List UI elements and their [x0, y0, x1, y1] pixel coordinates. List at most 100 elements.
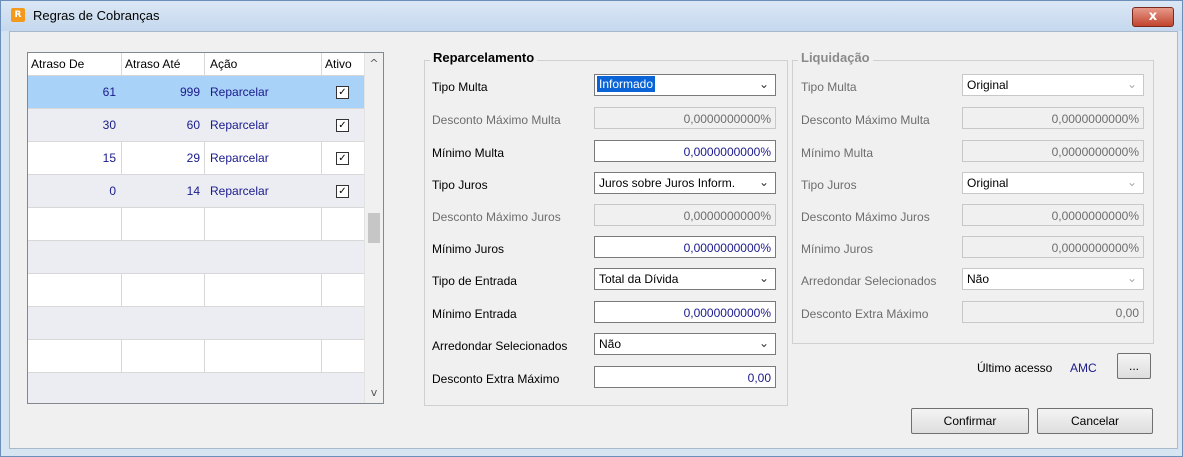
grid-header: Atraso De Atraso Até Ação Ativo — [28, 53, 364, 76]
scroll-thumb[interactable] — [368, 213, 380, 243]
liq-tipo-juros-label: Tipo Juros — [801, 178, 857, 192]
close-button[interactable]: x — [1132, 7, 1174, 27]
close-icon: x — [1148, 9, 1158, 24]
chevron-down-icon: ⌄ — [758, 175, 769, 189]
ativo-checkbox[interactable]: ✓ — [336, 119, 349, 132]
cell-acao: Reparcelar — [210, 184, 269, 198]
table-row[interactable]: 15 29 Reparcelar ✓ — [28, 142, 364, 175]
chevron-down-icon: ⌄ — [758, 77, 769, 91]
dialog-body: Atraso De Atraso Até Ação Ativo 61 999 Rep… — [9, 31, 1178, 449]
liq-min-juros-field: 0,0000000000% — [962, 236, 1144, 258]
liq-tipo-multa-select: Original ⌄ — [962, 74, 1144, 96]
liq-desc-max-juros-label: Desconto Máximo Juros — [801, 210, 930, 224]
desc-max-multa-field: 0,0000000000% — [594, 107, 776, 129]
min-juros-label: Mínimo Juros — [432, 242, 505, 256]
ultimo-acesso-user: AMC — [1070, 361, 1097, 375]
liq-min-multa-field: 0,0000000000% — [962, 140, 1144, 162]
min-multa-label: Mínimo Multa — [432, 146, 505, 160]
desc-max-multa-label: Desconto Máximo Multa — [432, 113, 561, 127]
desc-max-juros-label: Desconto Máximo Juros — [432, 210, 561, 224]
desc-max-juros-field: 0,0000000000% — [594, 204, 776, 226]
table-row[interactable]: 61 999 Reparcelar ✓ — [28, 76, 364, 109]
chevron-down-icon: ⌄ — [1126, 271, 1137, 285]
col-atraso-de[interactable]: Atraso De — [31, 57, 84, 71]
tipo-multa-value: Informado — [597, 76, 656, 92]
liq-min-juros-label: Mínimo Juros — [801, 242, 874, 256]
liq-arredondar-value: Não — [967, 272, 990, 286]
table-row[interactable] — [28, 307, 364, 340]
liq-desc-extra-label: Desconto Extra Máximo — [801, 307, 929, 321]
col-atraso-ate[interactable]: Atraso Até — [125, 57, 180, 71]
liq-tipo-juros-select: Original ⌄ — [962, 172, 1144, 194]
desc-extra-field[interactable]: 0,00 — [594, 366, 776, 388]
title-bar[interactable]: R Regras de Cobranças x — [1, 1, 1182, 31]
scroll-up-icon[interactable]: ^ — [368, 57, 380, 70]
tipo-juros-select[interactable]: Juros sobre Juros Inform. ⌄ — [594, 172, 776, 194]
table-row[interactable] — [28, 241, 364, 274]
grid-scrollbar[interactable]: ^ v — [364, 53, 383, 403]
ativo-checkbox[interactable]: ✓ — [336, 86, 349, 99]
cancelar-button[interactable]: Cancelar — [1037, 408, 1153, 434]
table-row[interactable]: 30 60 Reparcelar ✓ — [28, 109, 364, 142]
col-ativo[interactable]: Ativo — [325, 57, 352, 71]
table-row[interactable] — [28, 340, 364, 373]
chevron-down-icon: ⌄ — [1126, 77, 1137, 91]
desc-extra-label: Desconto Extra Máximo — [432, 372, 560, 386]
arredondar-value: Não — [599, 337, 622, 351]
table-row[interactable]: 0 14 Reparcelar ✓ — [28, 175, 364, 208]
app-icon: R — [11, 8, 25, 22]
cell-acao: Reparcelar — [210, 151, 269, 165]
cell-atraso-de: 61 — [102, 85, 116, 99]
scroll-down-icon[interactable]: v — [368, 386, 380, 399]
table-row[interactable] — [28, 373, 364, 403]
liq-desc-max-multa-field: 0,0000000000% — [962, 107, 1144, 129]
liq-desc-max-juros-field: 0,0000000000% — [962, 204, 1144, 226]
liq-min-multa-label: Mínimo Multa — [801, 146, 874, 160]
cell-atraso-ate: 14 — [186, 184, 200, 198]
tipo-entrada-value: Total da Dívida — [599, 272, 679, 286]
liq-arredondar-select: Não ⌄ — [962, 268, 1144, 290]
liq-desc-max-multa-label: Desconto Máximo Multa — [801, 113, 930, 127]
cell-atraso-de: 30 — [102, 118, 116, 132]
tipo-juros-label: Tipo Juros — [432, 178, 488, 192]
arredondar-label: Arredondar Selecionados — [432, 339, 568, 353]
window-title: Regras de Cobranças — [33, 8, 160, 23]
table-row[interactable] — [28, 208, 364, 241]
tipo-multa-select[interactable]: Informado ⌄ — [594, 74, 776, 96]
rules-grid[interactable]: Atraso De Atraso Até Ação Ativo 61 999 Rep… — [27, 52, 384, 404]
cell-acao: Reparcelar — [210, 118, 269, 132]
liq-tipo-multa-value: Original — [967, 78, 1009, 92]
min-entrada-label: Mínimo Entrada — [432, 307, 517, 321]
min-juros-field[interactable]: 0,0000000000% — [594, 236, 776, 258]
ativo-checkbox[interactable]: ✓ — [336, 185, 349, 198]
cell-acao: Reparcelar — [210, 85, 269, 99]
liq-desc-extra-field: 0,00 — [962, 301, 1144, 323]
min-multa-field[interactable]: 0,0000000000% — [594, 140, 776, 162]
reparcelamento-title: Reparcelamento — [430, 50, 538, 65]
tipo-entrada-select[interactable]: Total da Dívida ⌄ — [594, 268, 776, 290]
ellipsis-button[interactable]: ... — [1117, 353, 1151, 379]
chevron-down-icon: ⌄ — [758, 271, 769, 285]
liq-tipo-juros-value: Original — [967, 176, 1009, 190]
cell-atraso-ate: 999 — [179, 85, 200, 99]
chevron-down-icon: ⌄ — [758, 336, 769, 350]
cell-atraso-ate: 60 — [186, 118, 200, 132]
confirmar-button[interactable]: Confirmar — [911, 408, 1029, 434]
ultimo-acesso-label: Último acesso — [977, 361, 1053, 375]
tipo-multa-label: Tipo Multa — [432, 80, 488, 94]
ativo-checkbox[interactable]: ✓ — [336, 152, 349, 165]
cell-atraso-ate: 29 — [186, 151, 200, 165]
liq-tipo-multa-label: Tipo Multa — [801, 80, 857, 94]
cell-atraso-de: 15 — [102, 151, 116, 165]
tipo-entrada-label: Tipo de Entrada — [432, 274, 517, 288]
cell-atraso-de: 0 — [109, 184, 116, 198]
min-entrada-field[interactable]: 0,0000000000% — [594, 301, 776, 323]
dialog-window: R Regras de Cobranças x Atraso De Atraso… — [0, 0, 1183, 457]
tipo-juros-value: Juros sobre Juros Inform. — [599, 176, 736, 190]
arredondar-select[interactable]: Não ⌄ — [594, 333, 776, 355]
col-acao[interactable]: Ação — [210, 57, 237, 71]
liquidacao-title: Liquidação — [798, 50, 873, 65]
table-row[interactable] — [28, 274, 364, 307]
liq-arredondar-label: Arredondar Selecionados — [801, 274, 937, 288]
chevron-down-icon: ⌄ — [1126, 175, 1137, 189]
